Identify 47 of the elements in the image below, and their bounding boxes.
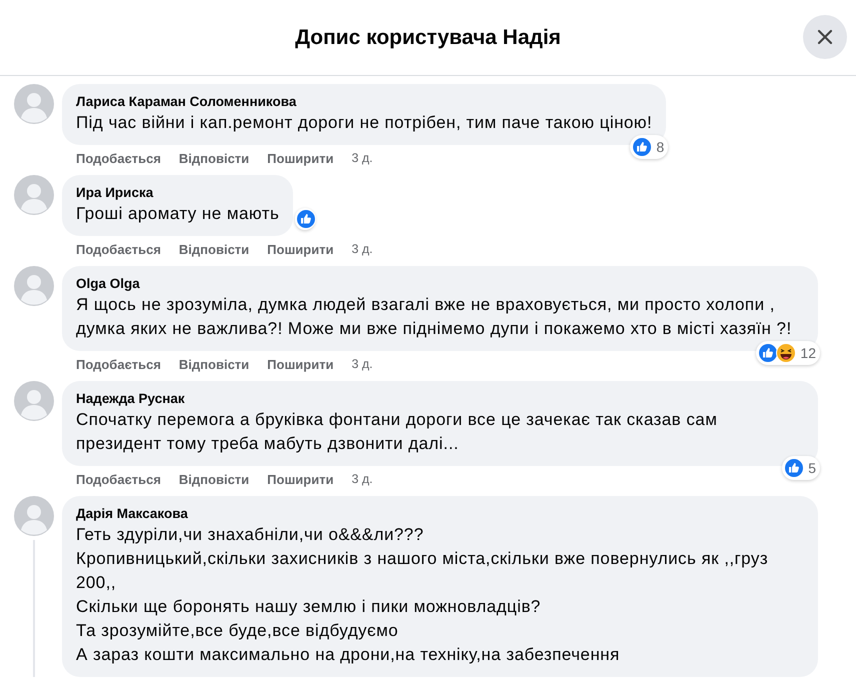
action-link[interactable]: Відповісти [178,242,250,256]
comment-text: Гроші аромату не мають [76,203,280,225]
close-icon [816,28,834,46]
avatar-icon[interactable] [14,175,54,215]
reaction-count[interactable]: 12 [756,341,820,365]
avatar-icon[interactable] [14,84,54,124]
thumbs-up-icon [296,209,316,229]
close-button[interactable] [803,15,847,59]
action-link[interactable]: Подобається [76,242,161,256]
action-link[interactable]: Поширити [267,356,334,372]
timestamp[interactable]: 3 д. [352,151,373,165]
reaction-count[interactable]: 8 [630,135,668,159]
comment-text: Я щось не зрозуміла, думка людей взагалі вже не враховується, ми просто холопи , думка яких не важлива?! Може ми вже піднімемо дупи і покажемо хто в місті хазяїн ?! [76,294,793,340]
action-link[interactable]: Подобається [76,472,161,486]
reaction-count[interactable] [295,208,316,230]
timestamp[interactable]: 3 д. [352,242,373,256]
action-link[interactable]: Поширити [267,242,334,256]
comment-text: Та зрозумійте,все буде,все відбудуємо [76,620,400,642]
author-name[interactable]: Дарія Максакова [76,505,804,523]
timestamp[interactable]: 3 д. [352,357,373,371]
timestamp[interactable]: 3 д. [352,472,373,486]
avatar-icon[interactable] [14,266,54,306]
thumbs-up-icon [758,343,778,363]
comment-text: Скільки ще боронять нашу землю і пики можновладців? [76,596,542,618]
action-link[interactable]: Відповісти [178,150,250,166]
comment-text: А зараз кошти максимально на дрони,на техніку,на забезпечення [76,644,621,666]
action-link[interactable]: Відповісти [178,472,250,486]
thumbs-up-icon [632,137,652,157]
comment-text: Кропивницький,скільки захисників з нашого міста,скільки вже повернулись як ,,груз 200,, [76,548,770,594]
author-name[interactable]: Надежда Руснак [76,390,804,408]
action-link[interactable]: Відповісти [178,356,250,372]
action-link[interactable]: Поширити [267,150,334,166]
comment-text: Геть здуріли,чи знахабніли,чи о&&&ли??? [76,524,425,546]
author-name[interactable]: Ира Ириска [76,184,280,202]
action-link[interactable]: Поширити [267,472,334,486]
author-name[interactable]: Olga Olga [76,275,804,293]
action-link[interactable]: Подобається [76,150,161,166]
thumbs-up-icon [784,458,804,478]
author-name[interactable]: Лариса Караман Соломенникова [76,93,652,111]
comment-text: Під час війни і кап.ремонт дороги не потрібен, тим паче такою ціною! [76,112,652,134]
comment-text: Спочатку перемога а бруківка фонтани дороги все це зачекає так сказав сам президент тому треба мабуть дзвонити далі... [76,409,718,455]
avatar-icon[interactable] [14,496,54,536]
avatar-icon[interactable] [14,381,54,421]
reaction-count[interactable]: 5 [782,456,820,480]
dialog-title: Допис користувача Надія [295,26,561,50]
laughing-face-icon [776,343,796,363]
action-link[interactable]: Подобається [76,356,161,372]
